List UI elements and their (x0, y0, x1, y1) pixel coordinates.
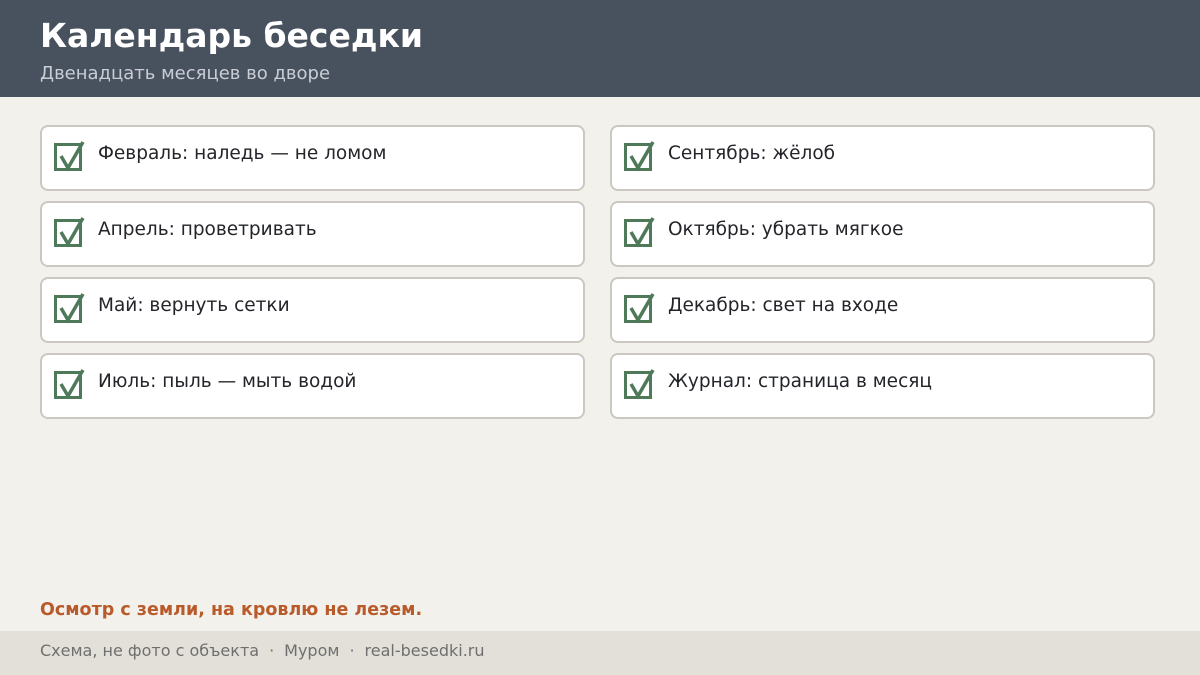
checklist-item: Октябрь: убрать мягкое (610, 201, 1155, 267)
checklist-item: Журнал: страница в месяц (610, 353, 1155, 419)
checkbox-checked-icon (624, 217, 655, 248)
footer-bar: Схема, не фото с объекта · Муром · real-bese… (0, 631, 1200, 675)
checklist-item: Май: вернуть сетки (40, 277, 585, 343)
checklist-item: Сентябрь: жёлоб (610, 125, 1155, 191)
checklist-item: Апрель: проветривать (40, 201, 585, 267)
checklist-item-label: Май: вернуть сетки (98, 295, 290, 316)
checklist-item-label: Сентябрь: жёлоб (668, 143, 836, 164)
checkbox-checked-icon (624, 293, 655, 324)
footer-city: Муром (284, 641, 340, 660)
checkbox-checked-icon (624, 141, 655, 172)
checkbox-checked-icon (54, 369, 85, 400)
page-subtitle: Двенадцать месяцев во дворе (40, 63, 331, 84)
footer-text: Схема, не фото с объекта · Муром · real-bese… (40, 640, 485, 662)
checkbox-checked-icon (54, 141, 85, 172)
footer-site-link[interactable]: real-besedki.ru (365, 641, 485, 660)
header-bar: Календарь беседки Двенадцать месяцев во … (0, 0, 1200, 97)
checklist-left-column: Февраль: наледь — не ломом Апрель: прове… (40, 125, 585, 429)
footer-separator: · (349, 641, 355, 660)
safety-note: Осмотр с земли, на кровлю не лезем. (40, 600, 423, 620)
footer-disclaimer: Схема, не фото с объекта (40, 641, 260, 660)
checklist-right-column: Сентябрь: жёлоб Октябрь: убрать мягкое Д… (610, 125, 1155, 429)
checkbox-checked-icon (624, 369, 655, 400)
checklist-item-label: Февраль: наледь — не ломом (98, 143, 387, 164)
checklist-item: Июль: пыль — мыть водой (40, 353, 585, 419)
checklist-item-label: Октябрь: убрать мягкое (668, 219, 904, 240)
footer-separator: · (269, 641, 275, 660)
checklist-item-label: Апрель: проветривать (98, 219, 317, 240)
checkbox-checked-icon (54, 293, 85, 324)
checkbox-checked-icon (54, 217, 85, 248)
checklist-item: Февраль: наледь — не ломом (40, 125, 585, 191)
page-title: Календарь беседки (40, 16, 424, 55)
checklist-item-label: Журнал: страница в месяц (668, 371, 932, 392)
checklist-item-label: Декабрь: свет на входе (668, 295, 899, 316)
checklist-item-label: Июль: пыль — мыть водой (98, 371, 357, 392)
checklist-item: Декабрь: свет на входе (610, 277, 1155, 343)
